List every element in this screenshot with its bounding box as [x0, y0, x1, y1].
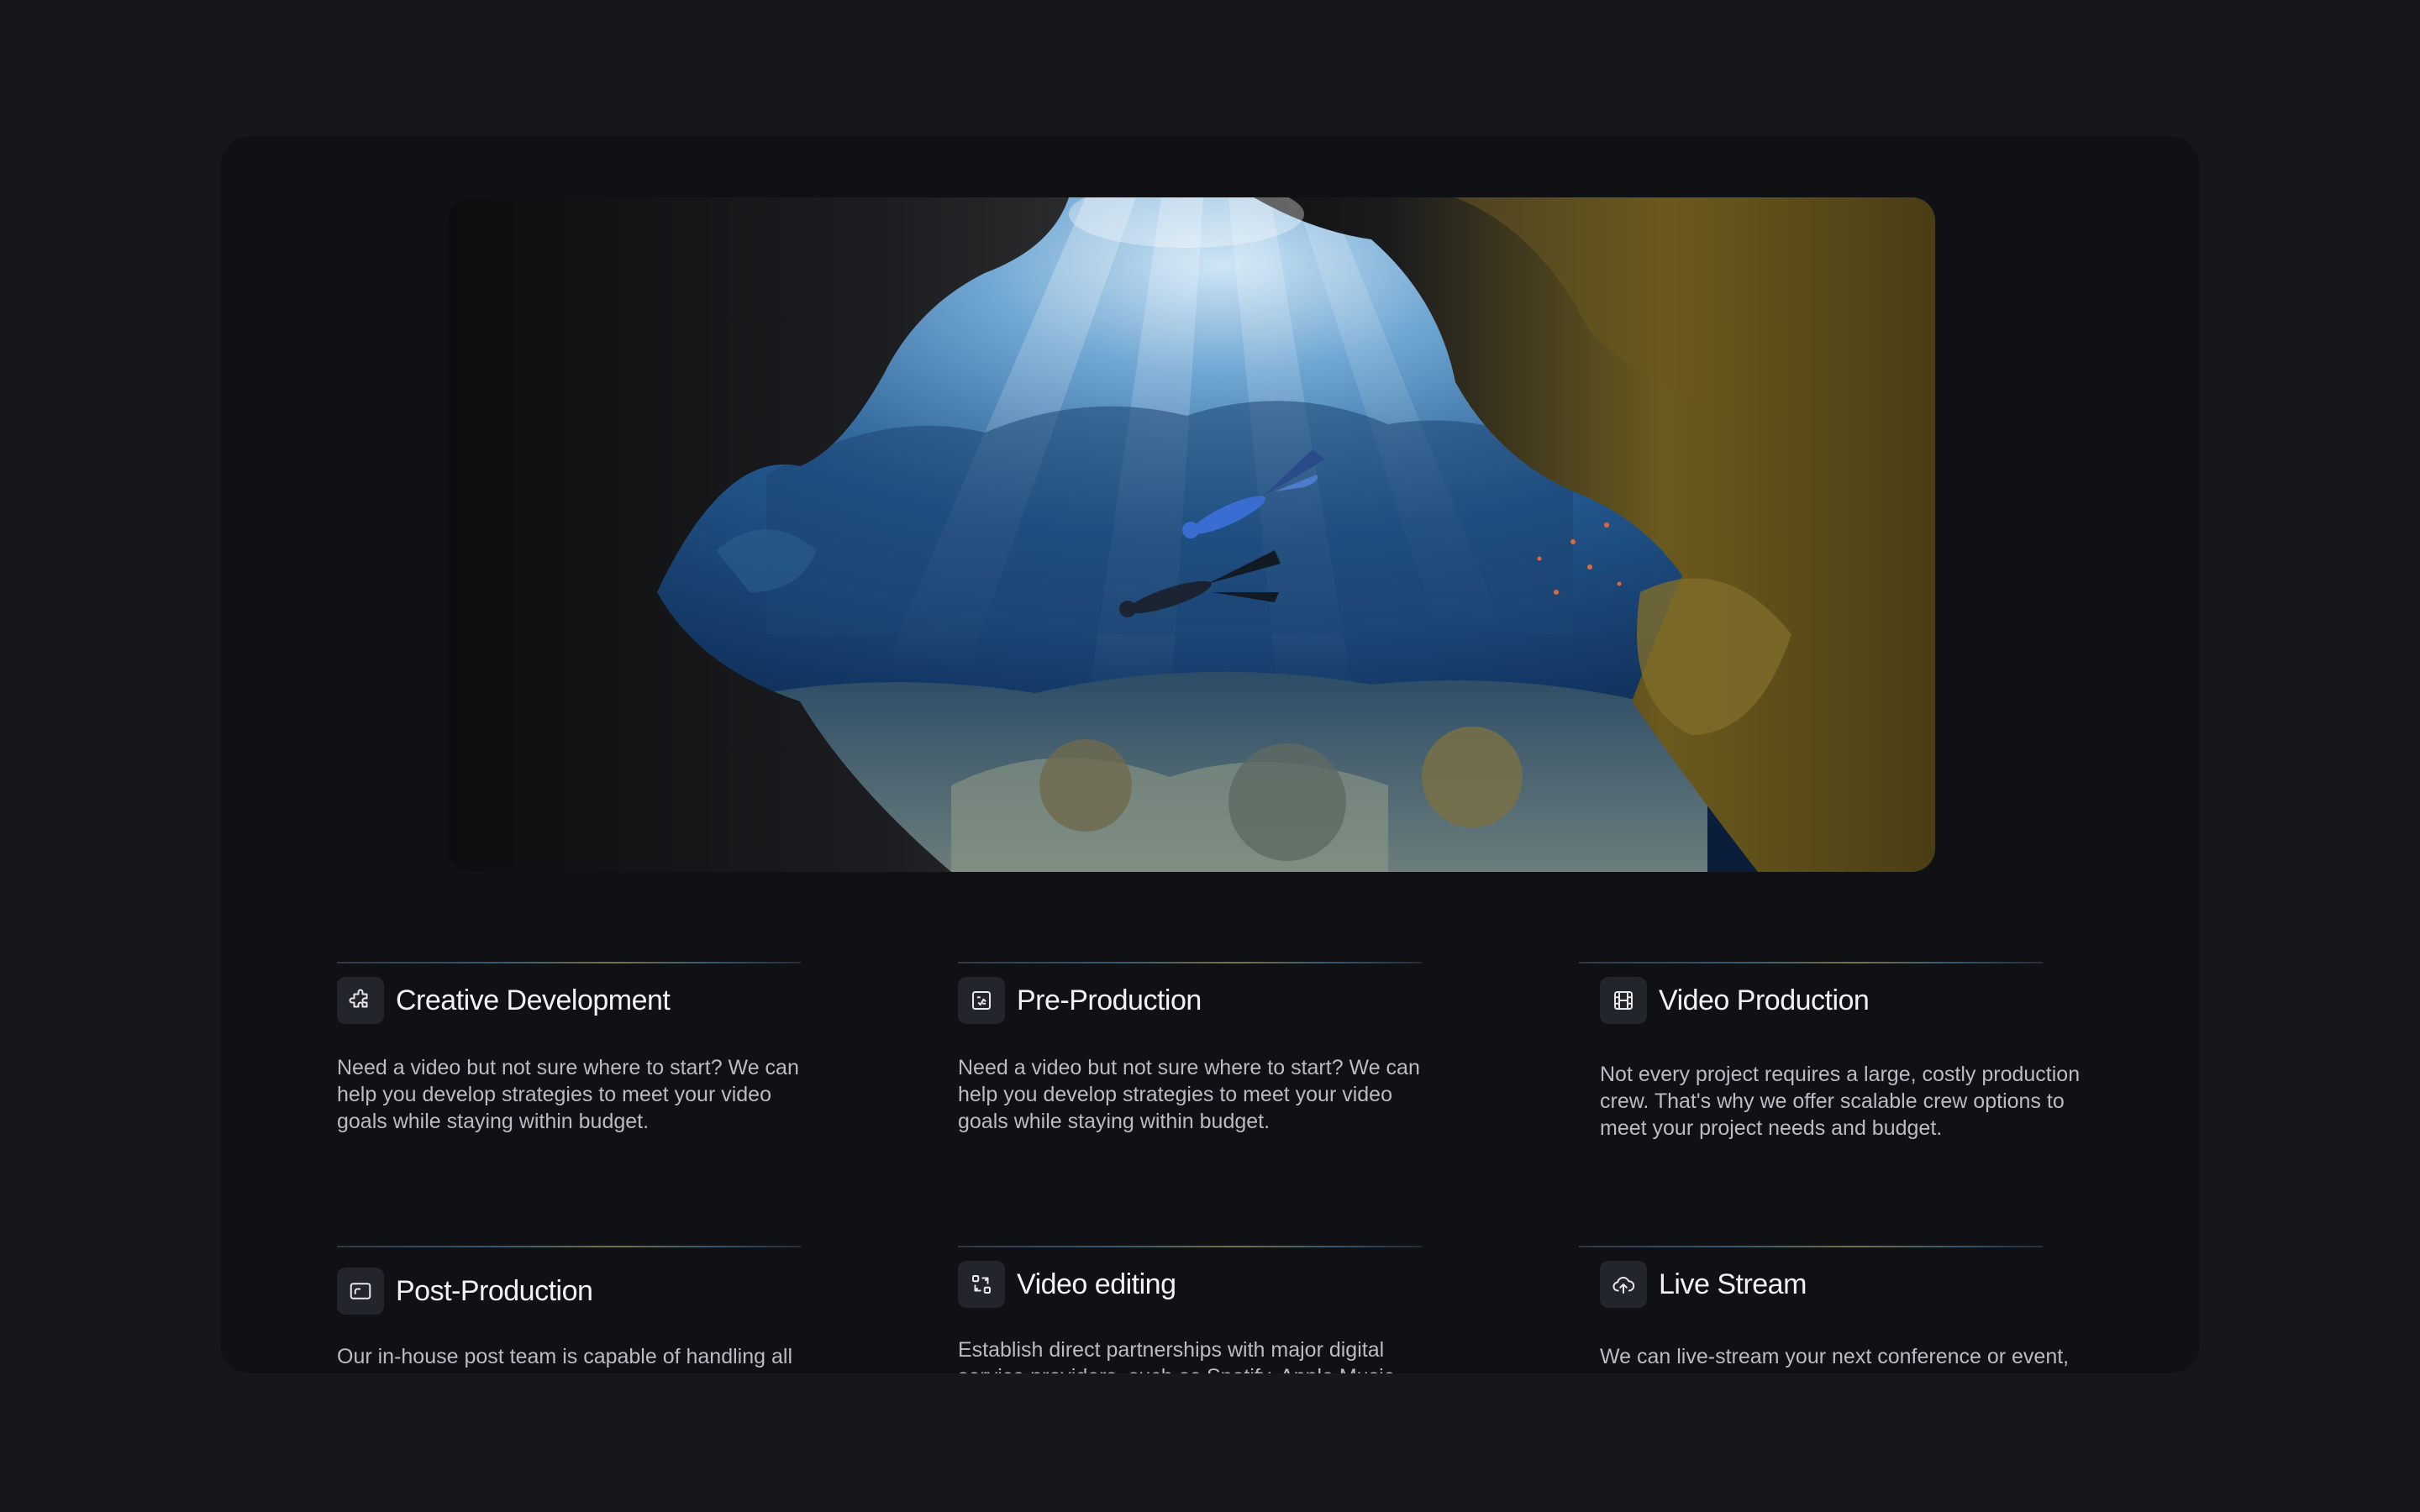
puzzle-icon — [337, 977, 384, 1024]
service-title: Video editing — [1017, 1268, 1176, 1300]
services-panel: Creative Development Need a video but no… — [220, 136, 2200, 1373]
hero-illustration — [447, 197, 1935, 872]
service-title: Post-Production — [396, 1274, 593, 1307]
service-description: Need a video but not sure where to start… — [958, 1056, 1420, 1133]
card-header: Post-Production — [337, 1268, 593, 1315]
hero-image-underwater-cave — [447, 197, 1935, 872]
service-description: Our in-house post team is capable of han… — [337, 1345, 792, 1368]
service-description: Not every project requires a large, cost… — [1600, 1063, 2081, 1140]
service-title: Video Production — [1659, 984, 1870, 1016]
card-divider — [958, 1246, 1422, 1247]
card-divider — [337, 1246, 801, 1247]
service-card-video-editing: Video editing Establish direct partnersh… — [958, 1246, 1428, 1373]
storyboard-icon — [958, 977, 1005, 1024]
card-header: Video Production — [1600, 977, 1870, 1024]
service-card-live-stream: Live Stream We can live-stream your next… — [1579, 1246, 2069, 1373]
service-title: Creative Development — [396, 984, 671, 1016]
service-description: We can live-stream your next conference … — [1600, 1345, 2070, 1368]
card-header: Creative Development — [337, 977, 671, 1024]
service-card-pre-production: Pre-Production Need a video but not sure… — [958, 962, 1428, 1214]
service-card-creative-development: Creative Development Need a video but no… — [337, 962, 808, 1214]
film-icon — [1600, 977, 1647, 1024]
card-divider — [337, 962, 801, 963]
card-divider — [1579, 962, 2043, 963]
cloud-upload-icon — [1600, 1261, 1647, 1308]
service-title: Live Stream — [1659, 1268, 1807, 1300]
service-description: Need a video but not sure where to start… — [337, 1056, 799, 1133]
service-description: Establish direct partnerships with major… — [958, 1338, 1394, 1373]
card-divider — [958, 962, 1422, 963]
card-divider — [1579, 1246, 2043, 1247]
service-card-post-production: Post-Production Our in-house post team i… — [337, 1246, 808, 1373]
service-title: Pre-Production — [1017, 984, 1202, 1016]
card-header: Video editing — [958, 1261, 1176, 1308]
swap-icon — [958, 1261, 1005, 1308]
card-header: Pre-Production — [958, 977, 1202, 1024]
service-card-video-production: Video Production Not every project requi… — [1579, 962, 2080, 1214]
card-header: Live Stream — [1600, 1261, 1807, 1308]
screen-icon — [337, 1268, 384, 1315]
